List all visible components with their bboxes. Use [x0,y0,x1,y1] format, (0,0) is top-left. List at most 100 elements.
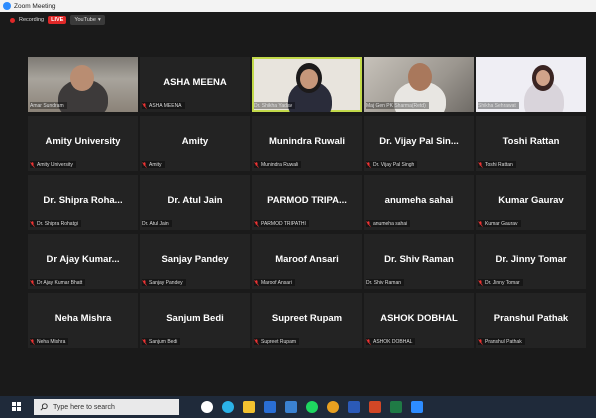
participant-name-label: Amar Sundram [30,102,67,109]
participant-tile[interactable]: Neha Mishra Neha Mishra [28,293,138,348]
participant-display-name: Dr. Shipra Roha... [43,195,123,206]
stream-label: YouTube [74,17,96,23]
search-icon [40,403,48,411]
participant-tile[interactable]: Maroof Ansari Maroof Ansari [252,234,362,289]
participant-tile[interactable]: Dr. Shikha Yadav [252,57,362,112]
participant-face [408,63,432,91]
participant-tile[interactable]: Toshi Rattan Toshi Rattan [476,116,586,171]
participant-tile[interactable]: Dr Ajay Kumar... Dr Ajay Kumar Bhatt [28,234,138,289]
powerpoint-icon[interactable] [369,401,381,413]
participant-name-label: Maj Gen PK Sharma(Retd) [366,102,429,109]
zoom-logo-icon [3,2,11,10]
taskbar-icons [179,401,423,413]
participant-tile[interactable]: ASHOK DOBHAL ASHOK DOBHAL [364,293,474,348]
participant-display-name: Toshi Rattan [502,136,560,147]
participant-name-label: Dr. Shipra Rohatgi [30,220,81,227]
chevron-down-icon: ▾ [97,17,101,23]
participant-name-label: ASHA MEENA [142,102,185,109]
participant-display-name: Kumar Gaurav [498,195,564,206]
store-icon[interactable] [285,401,297,413]
participant-name: Amity [149,161,162,168]
participant-tile[interactable]: Kumar Gaurav Kumar Gaurav [476,175,586,230]
participant-name: Sanjay Pandey [149,279,183,286]
participant-display-name: Amity [181,136,209,147]
participant-tile[interactable]: Dr. Shiv Raman Dr. Shiv Raman [364,234,474,289]
calendar-icon[interactable] [264,401,276,413]
participant-name: Dr Ajay Kumar Bhatt [37,279,83,286]
muted-mic-icon [142,102,149,109]
excel-icon[interactable] [390,401,402,413]
muted-mic-icon [254,338,261,345]
windows-start-icon[interactable] [12,402,22,412]
participant-display-name: Sanjum Bedi [166,313,224,324]
participant-tile[interactable]: Supreet Rupam Supreet Rupam [252,293,362,348]
word-icon[interactable] [348,401,360,413]
participant-name-label: PARMOD TRIPATHI [254,220,309,227]
participant-tile[interactable]: Munindra Ruwali Munindra Ruwali [252,116,362,171]
participant-name: Kumar Gaurav [485,220,518,227]
participant-name: Dr. Shipra Rohatgi [37,220,78,227]
participant-name-label: Supreet Rupam [254,338,300,345]
recording-label: Recording [19,17,45,23]
cortana-icon[interactable] [201,401,213,413]
participant-name-label: anumeha sahai [366,220,411,227]
participant-name-label: Dr. Shikha Yadav [254,102,296,109]
participant-tile[interactable]: anumeha sahai anumeha sahai [364,175,474,230]
spotify-icon[interactable] [306,401,318,413]
stream-dropdown[interactable]: YouTube ▾ [70,15,105,25]
edge-icon[interactable] [222,401,234,413]
muted-mic-icon [478,279,485,286]
participant-tile[interactable]: Sanjay Pandey Sanjay Pandey [140,234,250,289]
muted-mic-icon [30,338,37,345]
participant-name: Toshi Rattan [485,161,513,168]
file-explorer-icon[interactable] [243,401,255,413]
participant-name: Shikha Sehrawat [478,102,516,109]
participant-name: Supreet Rupam [261,338,297,345]
participant-tile[interactable]: Dr. Atul Jain Dr. Atul Jain [140,175,250,230]
live-badge[interactable]: LIVE [48,16,67,24]
muted-mic-icon [254,161,261,168]
participant-tile[interactable]: Dr. Shipra Roha... Dr. Shipra Rohatgi [28,175,138,230]
taskbar-search[interactable]: Type here to search [34,399,179,415]
participant-tile[interactable]: Amity University Amity University [28,116,138,171]
participant-name: anumeha sahai [373,220,408,227]
chrome-icon[interactable] [327,401,339,413]
participant-name-label: Dr Ajay Kumar Bhatt [30,279,86,286]
participant-name-label: ASHOK DOBHAL [366,338,416,345]
participant-face-skin [300,69,318,89]
participant-display-name: Pranshul Pathak [493,313,569,324]
participant-tile[interactable]: Pranshul Pathak Pranshul Pathak [476,293,586,348]
recording-bar: Recording LIVE YouTube ▾ [10,14,105,26]
participant-tile[interactable]: ASHA MEENA ASHA MEENA [140,57,250,112]
participant-name-label: Toshi Rattan [478,161,516,168]
participant-tile[interactable]: Shikha Sehrawat [476,57,586,112]
muted-mic-icon [142,338,149,345]
muted-mic-icon [30,220,37,227]
participant-display-name: Dr. Atul Jain [167,195,223,206]
participant-display-name: Munindra Ruwali [269,136,345,147]
participant-name: Dr. Shiv Raman [366,279,402,286]
participant-tile[interactable]: Maj Gen PK Sharma(Retd) [364,57,474,112]
participant-tile[interactable]: PARMOD TRIPA... PARMOD TRIPATHI [252,175,362,230]
participant-display-name: anumeha sahai [384,195,454,206]
participant-display-name: Maroof Ansari [275,254,339,265]
participant-face-skin [536,70,550,86]
participant-name-label: Sanjay Pandey [142,279,186,286]
participant-tile[interactable]: Sanjum Bedi Sanjum Bedi [140,293,250,348]
participant-display-name: Dr. Shiv Raman [384,254,454,265]
participant-name-label: Kumar Gaurav [478,220,521,227]
muted-mic-icon [30,279,37,286]
participant-tile[interactable]: Amar Sundram [28,57,138,112]
muted-mic-icon [366,161,373,168]
participant-name: PARMOD TRIPATHI [261,220,306,227]
participant-name-label: Maroof Ansari [254,279,295,286]
participant-name-label: Amity [142,161,165,168]
participant-name: Amar Sundram [30,102,64,109]
participant-tile[interactable]: Amity Amity [140,116,250,171]
participant-name-label: Amity University [30,161,76,168]
participant-display-name: Dr Ajay Kumar... [46,254,120,265]
participant-tile[interactable]: Dr. Jinny Tomar Dr. Jinny Tomar [476,234,586,289]
zoom-icon[interactable] [411,401,423,413]
participant-display-name: Amity University [45,136,121,147]
participant-tile[interactable]: Dr. Vijay Pal Sin... Dr. Vijay Pal Singh [364,116,474,171]
